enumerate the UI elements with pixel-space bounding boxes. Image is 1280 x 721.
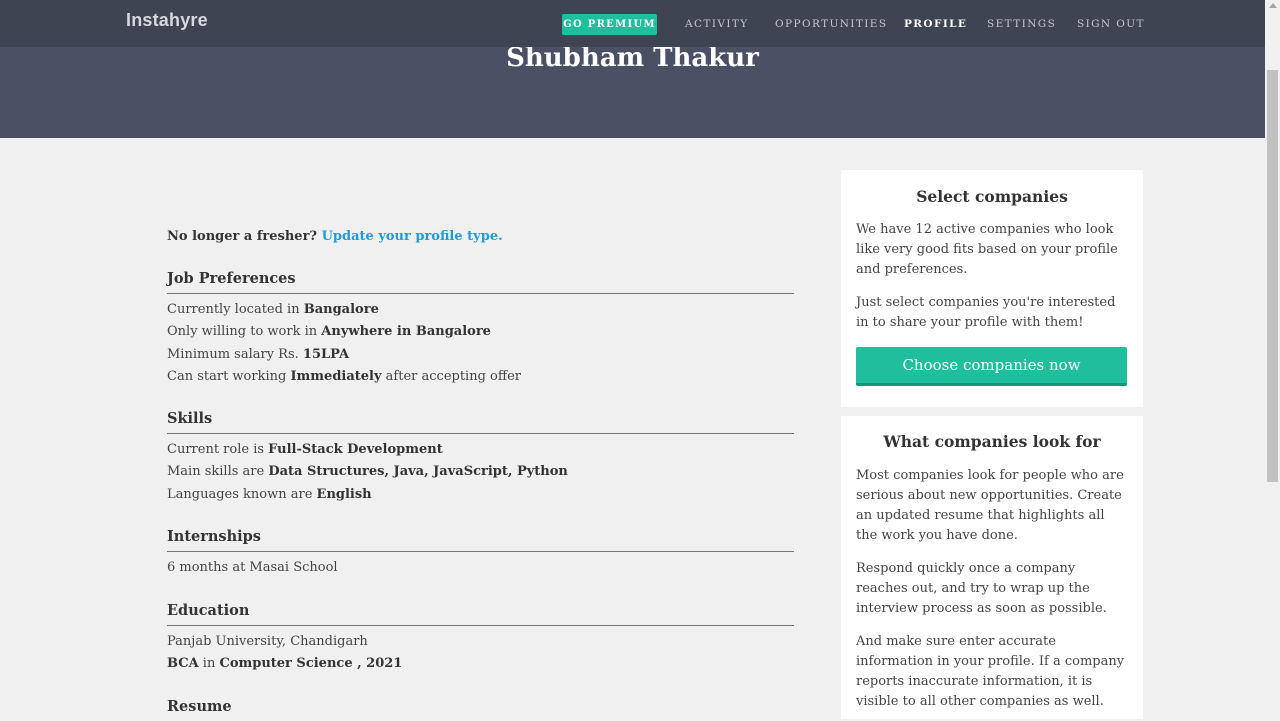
resume-section: Resume — [167, 698, 794, 721]
nav-profile[interactable]: PROFILE — [904, 18, 967, 30]
nav-settings[interactable]: SETTINGS — [987, 18, 1056, 30]
nav-activity[interactable]: ACTIVITY — [685, 18, 749, 30]
profile-banner: Shubham Thakur — [0, 43, 1265, 138]
skill-role: Current role is Full-Stack Development — [167, 442, 443, 457]
scroll-up-arrow-icon[interactable] — [1269, 3, 1277, 8]
education-degree: BCA in Computer Science , 2021 — [167, 656, 403, 672]
education-section: Education Panjab University, Chandigarh … — [167, 602, 794, 676]
section-title: Skills — [167, 410, 794, 434]
skills-section: Skills Current role is Full-Stack Develo… — [167, 410, 794, 506]
what-companies-look-for-card: What companies look for Most companies l… — [841, 416, 1143, 719]
job-preferences-section: Job Preferences Currently located in Ban… — [167, 270, 794, 388]
update-profile-type-link[interactable]: Update your profile type. — [322, 229, 503, 244]
choose-companies-button[interactable]: Choose companies now — [856, 347, 1127, 386]
page-scrollbar[interactable] — [1265, 0, 1280, 719]
fresher-text: No longer a fresher? — [167, 229, 318, 244]
nav-opportunities[interactable]: OPPORTUNITIES — [775, 18, 887, 30]
card-title: What companies look for — [883, 432, 1101, 451]
pref-start: Can start working Immediately after acce… — [167, 368, 522, 384]
internship-item: 6 months at Masai School — [167, 560, 338, 575]
fresher-notice: No longer a fresher? Update your profile… — [167, 229, 503, 244]
go-premium-button[interactable]: GO PREMIUM — [562, 14, 657, 35]
top-navbar: Instahyre GO PREMIUM ACTIVITY OPPORTUNIT… — [0, 0, 1265, 47]
card-text: We have 12 active companies who look lik… — [856, 222, 1118, 277]
card-title: Select companies — [916, 187, 1068, 206]
section-title: Internships — [167, 528, 794, 552]
pref-work-location: Only willing to work in Anywhere in Bang… — [167, 324, 491, 340]
education-school: Panjab University, Chandigarh — [167, 634, 368, 649]
section-title: Education — [167, 602, 794, 626]
skill-languages: Languages known are English — [167, 486, 372, 502]
card-text: And make sure enter accurate information… — [856, 634, 1125, 709]
card-text: Just select companies you're interested … — [856, 295, 1116, 330]
pref-salary: Minimum salary Rs. 15LPA — [167, 346, 350, 362]
logo[interactable]: Instahyre — [126, 10, 208, 31]
select-companies-card: Select companies We have 12 active compa… — [841, 170, 1143, 407]
internships-section: Internships 6 months at Masai School — [167, 528, 794, 579]
skill-main: Main skills are Data Structures, Java, J… — [167, 464, 568, 480]
section-title: Resume — [167, 698, 232, 715]
nav-sign-out[interactable]: SIGN OUT — [1077, 18, 1145, 30]
pref-location: Currently located in Bangalore — [167, 302, 379, 317]
profile-name: Shubham Thakur — [506, 43, 759, 73]
card-text: Most companies look for people who are s… — [856, 468, 1124, 543]
section-title: Job Preferences — [167, 270, 794, 294]
card-text: Respond quickly once a company reaches o… — [856, 561, 1107, 616]
scrollbar-thumb[interactable] — [1267, 70, 1278, 482]
